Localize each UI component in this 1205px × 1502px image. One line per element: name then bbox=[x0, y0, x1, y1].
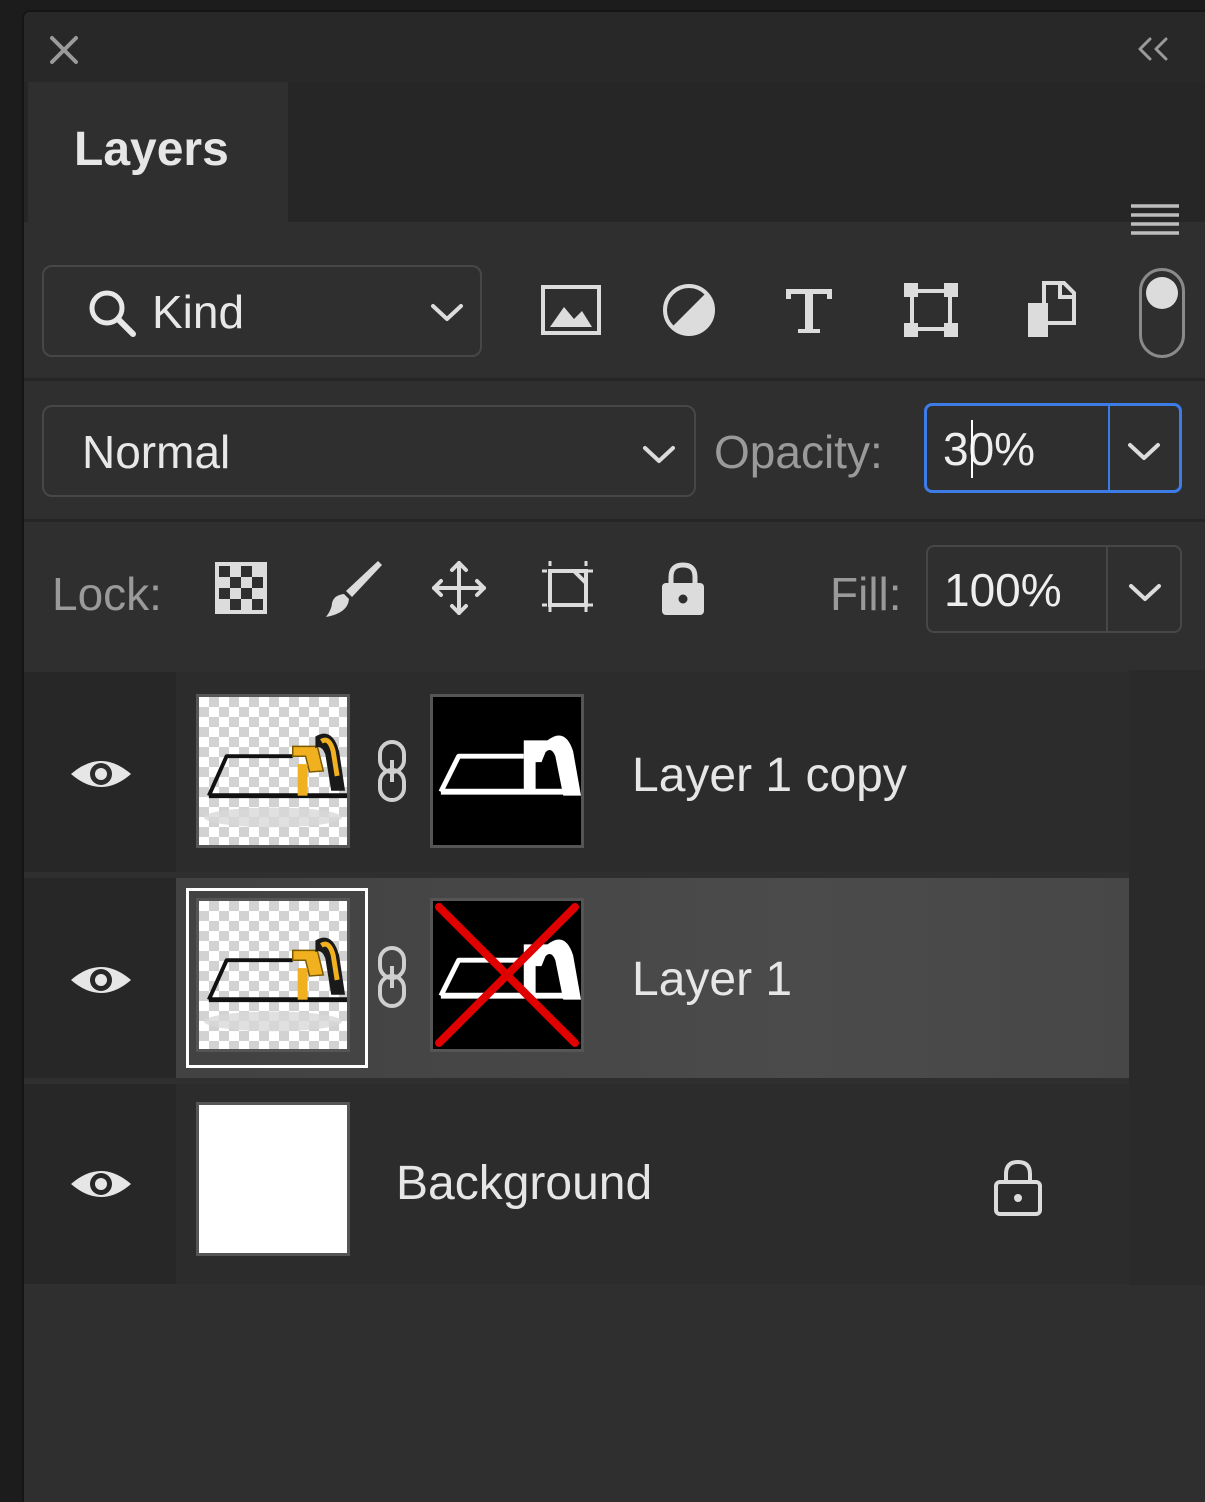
visibility-column bbox=[24, 1084, 176, 1284]
visibility-column bbox=[24, 672, 176, 872]
layer-name[interactable]: Layer 1 copy bbox=[632, 748, 907, 803]
hacksaw-image bbox=[199, 901, 347, 1049]
layer-row-background[interactable]: Background bbox=[24, 1084, 1129, 1284]
lock-transparent-pixels-icon[interactable] bbox=[210, 557, 272, 619]
visibility-column bbox=[24, 878, 176, 1078]
layers-panel: Layers Kind Normal Opacity: 30% Lock: Fi… bbox=[22, 10, 1205, 1502]
layer-name[interactable]: Background bbox=[396, 1156, 652, 1211]
chevron-down-icon[interactable] bbox=[1128, 583, 1162, 603]
layer-name[interactable]: Layer 1 bbox=[632, 952, 792, 1007]
adjustment-layer-filter-icon[interactable] bbox=[656, 277, 722, 343]
layer-mask-thumbnail[interactable] bbox=[430, 694, 584, 848]
search-icon bbox=[89, 290, 136, 337]
field-divider bbox=[1108, 406, 1110, 490]
layer-row-layer-1[interactable]: Layer 1 bbox=[24, 878, 1129, 1078]
lock-label: Lock: bbox=[52, 568, 162, 620]
eye-icon[interactable] bbox=[68, 754, 134, 794]
filter-toggle-switch[interactable] bbox=[1139, 268, 1185, 358]
panel-tab-strip: Layers bbox=[24, 82, 1205, 235]
divider bbox=[24, 378, 1205, 381]
text-cursor bbox=[971, 420, 973, 478]
eye-icon[interactable] bbox=[68, 960, 134, 1000]
tab-layers-label: Layers bbox=[74, 123, 229, 176]
lock-image-pixels-icon[interactable] bbox=[322, 557, 384, 619]
fill-input[interactable]: 100% bbox=[926, 545, 1182, 633]
opacity-value: 30% bbox=[943, 423, 1036, 475]
toggle-knob bbox=[1146, 277, 1178, 309]
opacity-input[interactable]: 30% bbox=[924, 403, 1182, 493]
link-chain-icon[interactable] bbox=[372, 944, 412, 1010]
opacity-label: Opacity: bbox=[714, 426, 883, 478]
hamburger-menu-icon[interactable] bbox=[1129, 200, 1181, 240]
fill-label: Fill: bbox=[830, 568, 902, 620]
layer-thumbnail[interactable] bbox=[196, 1102, 350, 1256]
layer-locked-icon[interactable] bbox=[990, 1156, 1046, 1218]
fill-value: 100% bbox=[944, 564, 1062, 616]
field-divider bbox=[1106, 547, 1108, 631]
link-chain-icon[interactable] bbox=[372, 738, 412, 804]
chevron-down-icon bbox=[431, 304, 463, 321]
chevron-down-icon[interactable] bbox=[1127, 442, 1161, 462]
layer-thumbnail[interactable] bbox=[196, 898, 350, 1052]
layers-list: Layer 1 copy Layer 1 Background bbox=[24, 670, 1129, 1285]
smart-object-filter-icon[interactable] bbox=[1020, 277, 1086, 343]
hacksaw-image bbox=[199, 697, 347, 845]
kind-filter-label: Kind bbox=[152, 286, 245, 338]
tab-layers[interactable]: Layers bbox=[28, 82, 288, 222]
layer-row-layer-1-copy[interactable]: Layer 1 copy bbox=[24, 672, 1129, 872]
eye-icon[interactable] bbox=[68, 1164, 134, 1204]
blend-mode-value: Normal bbox=[82, 426, 231, 478]
chevron-down-icon bbox=[643, 446, 675, 463]
layer-thumbnail[interactable] bbox=[196, 694, 350, 848]
lock-all-icon[interactable] bbox=[652, 557, 714, 619]
shape-layer-filter-icon[interactable] bbox=[898, 277, 964, 343]
kind-filter-dropdown[interactable]: Kind bbox=[42, 265, 482, 357]
lock-artboard-icon[interactable] bbox=[538, 557, 600, 619]
close-icon[interactable] bbox=[46, 32, 82, 68]
pixel-layer-filter-icon[interactable] bbox=[538, 277, 604, 343]
mask-disabled-x-icon bbox=[435, 903, 579, 1047]
panel-title-bar bbox=[24, 12, 1205, 82]
blend-mode-dropdown[interactable]: Normal bbox=[42, 405, 696, 497]
mask-image bbox=[433, 697, 581, 845]
divider bbox=[24, 519, 1205, 522]
type-layer-filter-icon[interactable] bbox=[776, 277, 842, 343]
double-chevron-left-icon[interactable] bbox=[1134, 34, 1174, 64]
lock-position-icon[interactable] bbox=[428, 557, 490, 619]
layers-scroll-track[interactable] bbox=[1129, 670, 1205, 1285]
layer-mask-thumbnail-disabled[interactable] bbox=[430, 898, 584, 1052]
